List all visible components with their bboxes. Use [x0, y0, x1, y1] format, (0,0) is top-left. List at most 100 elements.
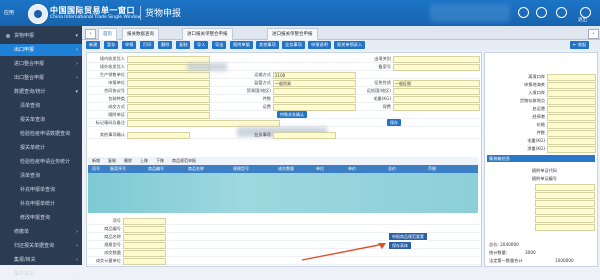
right-field[interactable] — [535, 184, 595, 191]
delete-button[interactable]: 删除 — [158, 41, 173, 49]
sidebar-item-data-query[interactable]: 数据查询/统计 ▾ — [0, 86, 82, 98]
declare-spec-elements-button[interactable]: 申报商品规范要素 — [388, 232, 428, 241]
contract-field[interactable] — [127, 88, 210, 95]
sidebar-item-list-query[interactable]: 清单查询 — [0, 100, 82, 112]
declare-button[interactable]: 申报 — [122, 41, 137, 49]
right-field[interactable] — [547, 138, 596, 145]
grid-copy-button[interactable]: 复制 — [108, 158, 116, 164]
exit-label[interactable]: 退出 — [578, 17, 587, 23]
sidebar-item-return-query[interactable]: 归还报关单据查询 › — [0, 240, 82, 252]
right-field[interactable] — [547, 106, 596, 113]
right-field[interactable] — [547, 74, 596, 81]
import-button[interactable]: 导入 — [194, 41, 209, 49]
quantity-field[interactable] — [123, 250, 166, 257]
sidebar-item-centralized[interactable]: 集中报关 › — [0, 268, 82, 280]
producer-field[interactable] — [127, 72, 210, 79]
sidebar-item-list-query-2[interactable]: 清单查询 — [0, 170, 82, 182]
grid-spec-button[interactable]: 商品规范申报 — [172, 158, 196, 164]
right-field[interactable] — [547, 90, 596, 97]
save-form-button[interactable]: 保存 — [387, 119, 401, 126]
goods-name-field[interactable] — [123, 234, 166, 241]
copy-button[interactable]: 复制 — [176, 41, 191, 49]
trade-country-field[interactable] — [273, 88, 356, 95]
message-icon[interactable] — [518, 7, 529, 18]
insurance-field[interactable] — [393, 104, 480, 111]
sidebar-item-import-integrated[interactable]: 进口整合申报 › — [0, 58, 82, 70]
package-count-field[interactable] — [273, 96, 356, 103]
declare-note-button[interactable]: 申报说明 — [308, 41, 331, 49]
right-field[interactable] — [535, 208, 595, 215]
right-field[interactable] — [547, 130, 596, 137]
tab-next-icon[interactable]: › — [588, 29, 599, 39]
attachments-button[interactable]: 随附单据 — [230, 41, 253, 49]
grid-add-button[interactable]: 新增 — [92, 158, 100, 164]
supervision-mode-field[interactable]: 一般贸易 — [273, 80, 356, 87]
hs-code-field[interactable] — [123, 226, 166, 233]
sidebar-item-supplement-query[interactable]: 补充申报单查询 — [0, 184, 82, 196]
gross-weight-field[interactable] — [393, 96, 480, 103]
right-field[interactable] — [547, 146, 596, 153]
declarant-field[interactable] — [127, 80, 210, 87]
package-type-field[interactable] — [127, 96, 210, 103]
destination-country-field[interactable] — [393, 88, 480, 95]
exit-customs-field[interactable] — [393, 56, 480, 63]
save-body-button[interactable]: 保存表体 — [388, 241, 412, 250]
tab-prev-icon[interactable]: ‹ — [85, 29, 96, 39]
stat-count-value: 3000 — [525, 250, 536, 255]
chevron-right-icon: › — [76, 257, 78, 263]
check-relation-button[interactable]: 特殊关系确认 — [277, 111, 307, 118]
sidebar-item-export-declaration[interactable]: 出口申报 › — [0, 44, 82, 56]
consignor-field[interactable] — [127, 56, 210, 63]
new-button[interactable]: 新建 — [86, 41, 101, 49]
export-button[interactable]: 导出 — [212, 41, 227, 49]
sidebar-item-inspection-query[interactable]: 检验检疫申请数据查询 — [0, 128, 82, 140]
first-qty-value: 1000000 — [555, 258, 574, 263]
other-matters-field[interactable] — [127, 132, 190, 139]
goods-grid-body-blurred[interactable] — [88, 173, 478, 213]
other-matters-button[interactable]: 其他事项 — [256, 41, 279, 49]
record-number-field[interactable] — [393, 64, 480, 71]
app-menu-label[interactable]: 应用 — [4, 9, 14, 16]
sidebar-item-cargo-declaration[interactable]: 货物申报 ▾ — [0, 30, 82, 42]
right-field[interactable] — [535, 224, 595, 231]
right-field[interactable] — [535, 200, 595, 207]
transaction-mode-field[interactable] — [127, 104, 210, 111]
brand-title-en: China International Trade Single Window — [50, 15, 142, 20]
grid-up-button[interactable]: 上移 — [140, 158, 148, 164]
right-field[interactable] — [535, 216, 595, 223]
sidebar-item-export-integrated[interactable]: 出口整合申报 › — [0, 72, 82, 84]
item-no-field[interactable] — [123, 218, 166, 225]
field-label: 备案号 — [378, 64, 391, 69]
transport-mode-field[interactable]: 2100 — [273, 72, 356, 79]
field-label: 成交方式 — [108, 104, 125, 109]
collapse-button[interactable]: ⇤ 收起 — [570, 41, 590, 49]
sidebar-item-transit[interactable]: 集报/转关 › — [0, 254, 82, 266]
freight-field[interactable] — [273, 104, 356, 111]
sidebar-item-declaration-stats[interactable]: 报关单统计 — [0, 142, 82, 154]
attached-docs-field[interactable] — [127, 112, 210, 119]
draft-button[interactable]: 暂存 — [104, 41, 119, 49]
business-matters-field[interactable] — [273, 132, 336, 139]
grid-down-button[interactable]: 下移 — [156, 158, 164, 164]
unit-field[interactable] — [123, 258, 166, 265]
grid-delete-button[interactable]: 删除 — [124, 158, 132, 164]
print-button[interactable]: 打印 — [140, 41, 155, 49]
sidebar-item-withdraw[interactable]: 修撤单 › — [0, 226, 82, 238]
pre-entry-button[interactable]: 报关单预录入 — [334, 41, 366, 49]
sidebar-item-supplement-stats[interactable]: 补充申报单统计 — [0, 198, 82, 210]
sidebar-item-inspection-stats[interactable]: 检验检疫申请业务统计 — [0, 156, 82, 168]
right-field[interactable] — [535, 192, 595, 199]
sidebar-item-modify-query[interactable]: 修改申报查询 — [0, 212, 82, 224]
right-field[interactable] — [547, 98, 596, 105]
right-field[interactable] — [547, 114, 596, 121]
form-row: 随附单证 特殊关系确认 — [87, 111, 481, 119]
remarks-field[interactable] — [127, 120, 280, 127]
business-matters-button[interactable]: 业务事项 — [282, 41, 305, 49]
help-icon[interactable] — [536, 7, 547, 18]
tax-nature-field[interactable]: 一般征税 — [393, 80, 480, 87]
right-field[interactable] — [547, 122, 596, 129]
sidebar-item-declaration-query[interactable]: 报关单查询 — [0, 114, 82, 126]
right-field[interactable] — [547, 82, 596, 89]
spec-field[interactable] — [123, 242, 166, 249]
settings-icon[interactable] — [556, 7, 567, 18]
